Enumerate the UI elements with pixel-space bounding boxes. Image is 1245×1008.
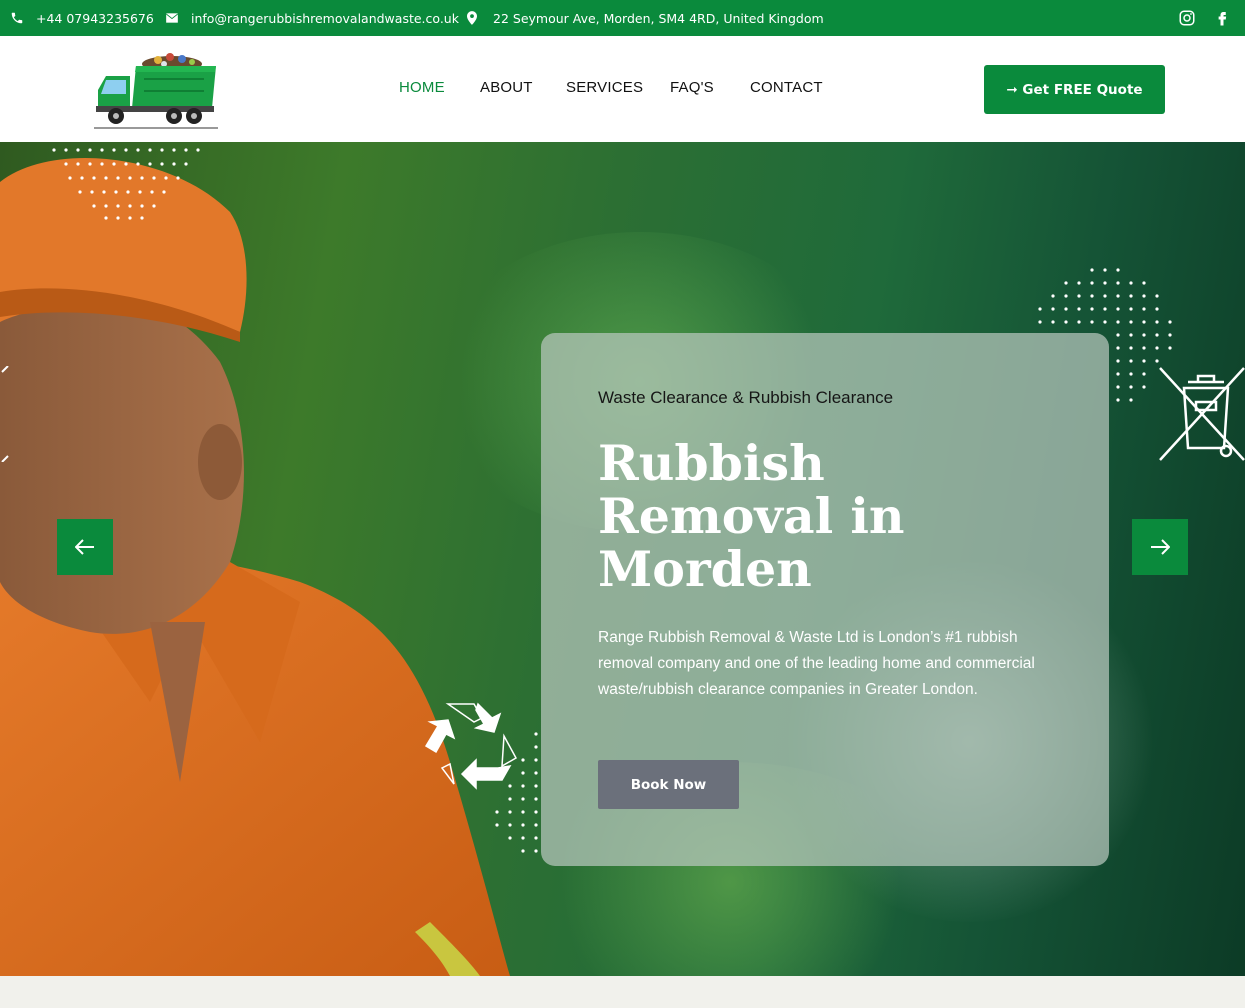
partial-chevron-decoration bbox=[1, 366, 9, 462]
hero-slider: Waste Clearance & Rubbish Clearance Rubb… bbox=[0, 142, 1245, 976]
dot-pattern-decoration bbox=[495, 732, 538, 853]
phone-icon bbox=[11, 12, 23, 24]
top-bar: +44 07943235676 info@rangerubbishremoval… bbox=[0, 0, 1245, 36]
phone-contact[interactable]: +44 07943235676 bbox=[10, 0, 154, 36]
instagram-icon[interactable] bbox=[1178, 9, 1196, 27]
phone-number: +44 07943235676 bbox=[36, 10, 154, 26]
hero-eyebrow: Waste Clearance & Rubbish Clearance bbox=[598, 388, 894, 407]
facebook-icon[interactable] bbox=[1213, 9, 1231, 27]
address-text: 22 Seymour Ave, Morden, SM4 4RD, United … bbox=[493, 10, 824, 26]
map-pin-icon bbox=[467, 11, 477, 25]
email-address: info@rangerubbishremovalandwaste.co.uk bbox=[191, 10, 459, 26]
email-contact[interactable]: info@rangerubbishremovalandwaste.co.uk bbox=[165, 0, 459, 36]
get-free-quote-button[interactable]: ➞ Get FREE Quote bbox=[984, 65, 1165, 114]
slider-next-button[interactable] bbox=[1132, 519, 1188, 575]
site-header: HOME ABOUT SERVICES FAQ'S CONTACT ➞ Get … bbox=[0, 36, 1245, 142]
arrow-left-icon bbox=[75, 539, 94, 555]
slider-prev-button[interactable] bbox=[57, 519, 113, 575]
hero-title: Rubbish Removal in Morden bbox=[598, 434, 905, 598]
nav-about[interactable]: ABOUT bbox=[480, 79, 533, 96]
envelope-icon bbox=[166, 13, 178, 23]
arrow-right-icon bbox=[1151, 539, 1170, 555]
nav-faqs[interactable]: FAQ'S bbox=[670, 79, 714, 96]
nav-home[interactable]: HOME bbox=[399, 79, 445, 96]
nav-services[interactable]: SERVICES bbox=[566, 79, 643, 96]
book-now-button[interactable]: Book Now bbox=[598, 760, 739, 809]
no-bin-icon bbox=[1159, 367, 1245, 461]
hero-content-card: Waste Clearance & Rubbish Clearance Rubb… bbox=[541, 333, 1109, 866]
dot-pattern-decoration bbox=[52, 148, 200, 220]
next-section-edge bbox=[0, 976, 1245, 1008]
nav-contact[interactable]: CONTACT bbox=[750, 79, 823, 96]
address-contact: 22 Seymour Ave, Morden, SM4 4RD, United … bbox=[467, 0, 824, 36]
hero-description: Range Rubbish Removal & Waste Ltd is Lon… bbox=[598, 629, 1035, 698]
